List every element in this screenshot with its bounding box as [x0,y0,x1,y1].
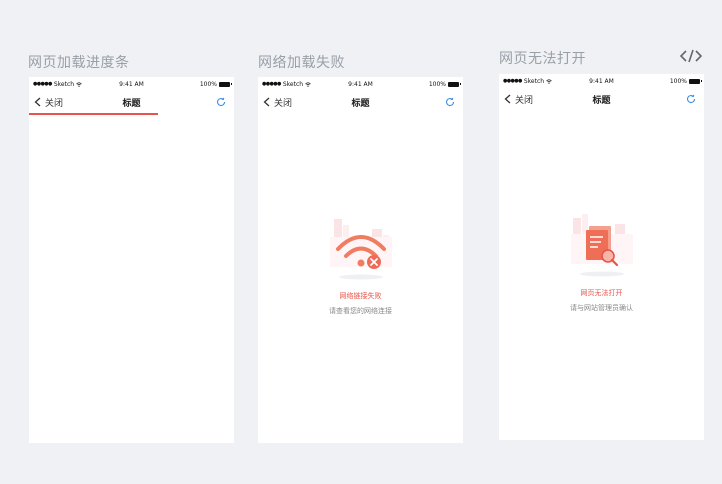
signal-icon: ●●●●● [503,78,522,84]
close-button[interactable]: 关闭 [34,96,63,109]
refresh-icon[interactable] [216,97,226,107]
nav-bar: 关闭 标题 [29,91,234,113]
chevron-left-icon [504,94,511,104]
battery-icon [219,81,232,87]
section-title-progress: 网页加载进度条 [28,55,130,71]
section-title-network-fail: 网络加载失败 [258,55,345,71]
battery-icon [689,78,702,84]
error-state: 网页无法打开 请与网站管理员确认 [499,212,704,313]
wifi-error-illustration-icon [329,219,392,280]
battery-percent: 100% [669,77,687,85]
close-label: 关闭 [274,98,293,109]
carrier-label: Sketch [523,77,545,85]
error-subtitle: 请查看您的网络连接 [329,307,392,315]
error-title: 网页无法打开 [580,289,623,297]
error-state: 网络链接失败 请查看您的网络连接 [258,215,463,316]
status-bar: ●●●●● Sketch 9:41 AM 100% [29,77,234,91]
carrier-label: Sketch [282,80,304,88]
signal-icon: ●●●●● [33,81,52,87]
loading-progress-bar [29,113,159,115]
phone-screen-network-fail: ●●●●● Sketch 9:41 AM 100% 关闭 标题 网络链接失败 请… [258,77,463,443]
error-title: 网络链接失败 [339,292,382,300]
carrier-label: Sketch [53,80,75,88]
refresh-icon[interactable] [686,94,696,104]
error-subtitle: 请与网站管理员确认 [570,304,633,312]
nav-bar: 关闭 标题 [258,91,463,113]
wifi-icon [76,81,82,87]
phone-screen-page-fail: ●●●●● Sketch 9:41 AM 100% 关闭 标题 网页无法打开 请… [499,74,704,440]
status-bar: ●●●●● Sketch 9:41 AM 100% [258,77,463,91]
document-search-illustration-icon [570,214,633,277]
signal-icon: ●●●●● [262,81,281,87]
phone-screen-progress: ●●●●● Sketch 9:41 AM 100% 关闭 标题 [29,77,234,443]
code-icon[interactable] [680,48,702,64]
wifi-icon [546,78,552,84]
chevron-left-icon [34,97,41,107]
chevron-left-icon [263,97,270,107]
refresh-icon[interactable] [445,97,455,107]
wifi-icon [305,81,311,87]
battery-icon [448,81,461,87]
close-button[interactable]: 关闭 [263,96,292,109]
status-bar: ●●●●● Sketch 9:41 AM 100% [499,74,704,88]
battery-percent: 100% [428,80,446,88]
close-label: 关闭 [45,98,64,109]
section-title-page-fail: 网页无法打开 [499,51,586,67]
nav-bar: 关闭 标题 [499,88,704,110]
close-label: 关闭 [515,95,534,106]
close-button[interactable]: 关闭 [504,93,533,106]
battery-percent: 100% [199,80,217,88]
